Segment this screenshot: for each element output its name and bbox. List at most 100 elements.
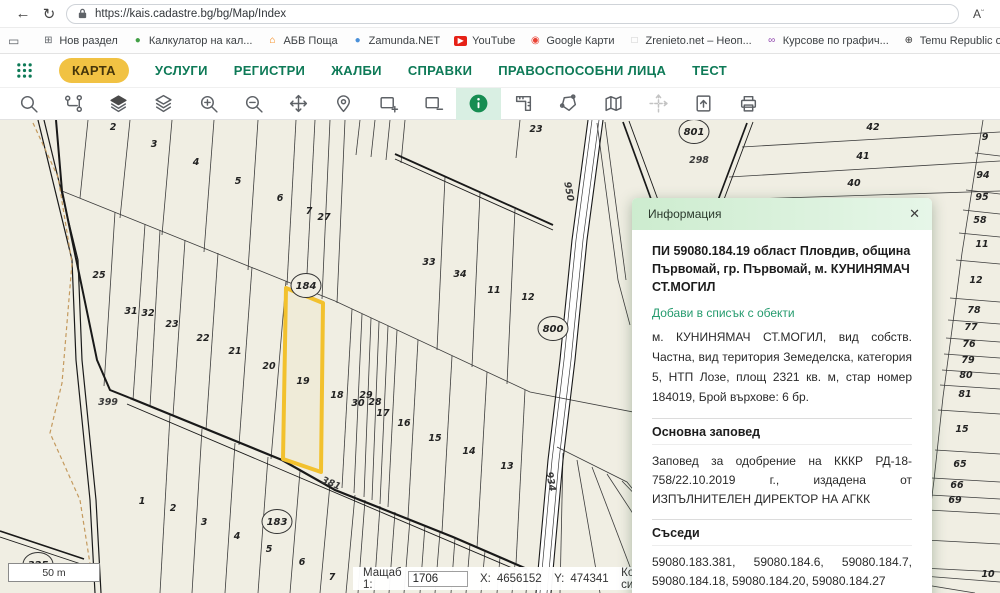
scale-label: Мащаб 1: xyxy=(363,567,402,591)
parcel-label: 15 xyxy=(428,433,442,444)
section-order-text: Заповед за одобрение на КККР РД-18-758/2… xyxy=(652,445,912,510)
map-sheet-label: 184 xyxy=(296,281,317,292)
nav-item-карта[interactable]: КАРТА xyxy=(59,58,129,83)
bookmark-item[interactable]: ⊕Temu Republic of K... xyxy=(896,33,1000,49)
y-label: Y: xyxy=(554,573,564,585)
layers-dark-tool-button[interactable] xyxy=(96,88,141,120)
parcel-label: 23 xyxy=(529,124,543,135)
bookmark-label: Zamunda.NET xyxy=(369,35,441,47)
bookmark-item[interactable]: ● Zamunda.NET xyxy=(345,33,448,49)
info-panel: Информация ✕ ПИ 59080.184.19 област Плов… xyxy=(632,198,932,593)
road-label: 381 xyxy=(320,475,343,493)
bookmark-item[interactable]: ●Калкулатор на кал... xyxy=(125,33,260,49)
parcel-label: 16 xyxy=(397,418,411,429)
parcel-label: 5 xyxy=(266,544,273,555)
parcel-label: 21 xyxy=(228,346,241,357)
bookmark-label: YouTube xyxy=(472,35,515,47)
back-icon[interactable]: ← xyxy=(10,5,36,22)
bookmark-item[interactable]: □Zrenieto.net – Неоп... xyxy=(622,33,759,49)
bookmark-item[interactable]: ∞Курсове по графич... xyxy=(759,33,896,49)
nav-item-жалби[interactable]: ЖАЛБИ xyxy=(331,63,382,78)
map-tool-button[interactable] xyxy=(591,88,636,120)
bookmark-favicon: ⊞ xyxy=(42,36,54,46)
parcel-label: 3 xyxy=(201,517,208,528)
route-tool-button[interactable] xyxy=(51,88,96,120)
nav-item-регистри[interactable]: РЕГИСТРИ xyxy=(234,63,305,78)
polygon-select-tool-button[interactable] xyxy=(546,88,591,120)
parcel-label: 14 xyxy=(462,446,476,457)
bookmarks-bar: ▭ ⊞Нов раздел●Калкулатор на кал...⌂АБВ П… xyxy=(0,28,1000,54)
object-title: ПИ 59080.184.19 област Пловдив, община П… xyxy=(652,242,912,296)
zoom-rect-out-tool-button[interactable] xyxy=(411,88,456,120)
parcel-label: 23 xyxy=(165,319,179,330)
map-sheet-label: 801 xyxy=(684,127,705,138)
parcel-label: 1 xyxy=(139,496,146,507)
bookmark-label: Zrenieto.net – Неоп... xyxy=(646,35,752,47)
apps-grid-icon[interactable] xyxy=(16,62,33,79)
read-aloud-icon[interactable]: Aᵕ xyxy=(973,6,984,21)
parcel-label: 40 xyxy=(846,178,861,189)
pan-tool-button[interactable] xyxy=(276,88,321,120)
parcel-label: 81 xyxy=(958,389,971,400)
bookmark-favicon: ● xyxy=(132,36,144,46)
measure-tool-button[interactable] xyxy=(501,88,546,120)
x-value: 4656152 xyxy=(497,573,542,585)
nav-item-справки[interactable]: СПРАВКИ xyxy=(408,63,472,78)
map-sheet-label: 800 xyxy=(543,324,564,335)
info-panel-header: Информация ✕ xyxy=(632,198,932,230)
nav-item-услуги[interactable]: УСЛУГИ xyxy=(155,63,208,78)
print-tool-button[interactable] xyxy=(726,88,771,120)
address-bar[interactable]: https://kais.cadastre.bg/bg/Map/Index xyxy=(66,4,959,24)
reload-icon[interactable]: ↻ xyxy=(36,5,62,23)
parcel-label: 80 xyxy=(959,370,973,381)
info-panel-title: Информация xyxy=(648,207,721,221)
parcel-label: 6 xyxy=(299,557,306,568)
parcel-label: 10 xyxy=(981,569,995,580)
parcel-label: 94 xyxy=(976,170,990,181)
info-panel-body: ПИ 59080.184.19 област Пловдив, община П… xyxy=(632,230,932,593)
layers-tool-button[interactable] xyxy=(141,88,186,120)
lock-icon xyxy=(77,8,88,19)
bookmark-favicon: ◉ xyxy=(529,36,541,46)
add-to-list-link[interactable]: Добави в списък с обекти xyxy=(652,306,795,320)
bookmark-item[interactable]: ▶YouTube xyxy=(447,33,522,49)
bookmark-item[interactable]: ⊞Нов раздел xyxy=(35,33,124,49)
close-icon[interactable]: ✕ xyxy=(909,206,920,222)
coordinate-axes-tool-button[interactable] xyxy=(636,88,681,120)
bookmark-item[interactable]: ◉Google Карти xyxy=(522,33,621,49)
parcel-label: 65 xyxy=(953,459,967,470)
parcel-label: 7 xyxy=(306,206,313,217)
parcel-label: 66 xyxy=(950,480,964,491)
bookmark-favicon: ⌂ xyxy=(266,36,278,46)
bookmark-item[interactable]: ⌂АБВ Поща xyxy=(259,33,344,49)
nav-item-тест[interactable]: ТЕСТ xyxy=(692,63,727,78)
nav-item-правоспособни лица[interactable]: ПРАВОСПОСОБНИ ЛИЦА xyxy=(498,63,666,78)
parcel-label: 69 xyxy=(948,495,962,506)
marker-tool-button[interactable] xyxy=(321,88,366,120)
bookmark-favicon: ● xyxy=(352,36,364,46)
parcel-label: 7 xyxy=(329,572,336,583)
zoom-rect-in-tool-button[interactable] xyxy=(366,88,411,120)
parcel-label: 32 xyxy=(141,308,155,319)
parcel-label: 78 xyxy=(967,305,981,316)
zoom-in-tool-button[interactable] xyxy=(186,88,231,120)
parcel-label: 77 xyxy=(964,322,978,333)
map-area: 2345672723424140333411122531322322212019… xyxy=(0,120,1000,593)
parcel-label: 20 xyxy=(262,361,276,372)
scale-input[interactable] xyxy=(408,571,468,587)
search-tool-button[interactable] xyxy=(6,88,51,120)
bookmark-label: Курсове по графич... xyxy=(783,35,889,47)
parcel-label: 2 xyxy=(110,122,117,133)
parcel-label: 3 xyxy=(151,139,158,150)
export-tool-button[interactable] xyxy=(681,88,726,120)
scale-bar: 50 m xyxy=(8,563,100,582)
parcel-label: 31 xyxy=(124,306,137,317)
parcel-label: 95 xyxy=(975,192,989,203)
zoom-out-tool-button[interactable] xyxy=(231,88,276,120)
parcel-label: 4 xyxy=(192,157,200,168)
road-label: 298 xyxy=(689,155,709,166)
sidebar-panel-icon[interactable]: ▭ xyxy=(8,34,19,48)
section-neighbours-title: Съседи xyxy=(652,519,912,546)
parcel-label: 41 xyxy=(855,151,869,162)
info-tool-button[interactable] xyxy=(456,88,501,120)
